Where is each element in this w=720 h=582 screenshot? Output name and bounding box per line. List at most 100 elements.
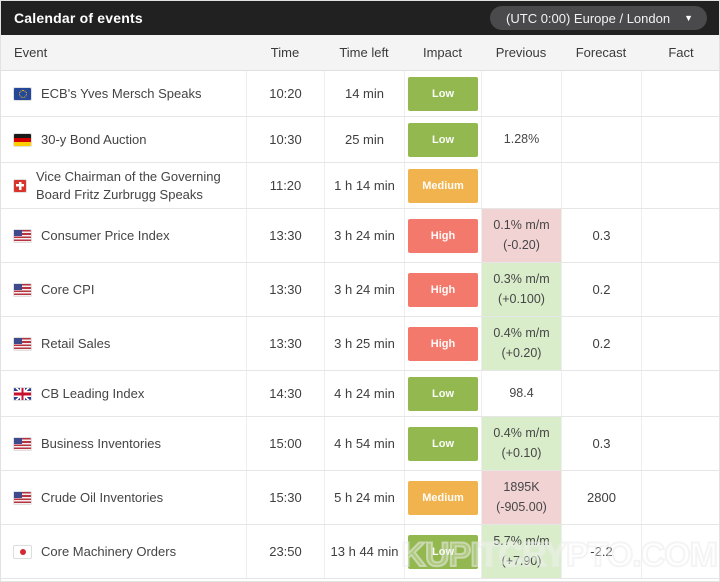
previous-value: 1895K: [503, 478, 539, 497]
impact-badge: Low: [408, 77, 478, 111]
previous-change: (+0.100): [498, 290, 545, 309]
economic-calendar-widget: Calendar of events (UTC 0:00) Europe / L…: [0, 0, 720, 582]
table-row[interactable]: Vice Chairman of the Governing Board Fri…: [1, 163, 719, 209]
forecast-cell: [561, 71, 641, 116]
fact-cell: [641, 71, 720, 116]
event-cell: Core CPI: [1, 263, 246, 316]
previous-change: (+7.90): [502, 552, 542, 571]
flag-uk-icon: [14, 388, 31, 400]
time-cell: 14:30: [246, 371, 324, 416]
previous-value: 0.4% m/m: [493, 424, 549, 443]
event-cell: CB Leading Index: [1, 371, 246, 416]
event-cell: Retail Sales: [1, 317, 246, 370]
event-cell: ECB's Yves Mersch Speaks: [1, 71, 246, 116]
column-header-time-left: Time left: [324, 35, 404, 70]
previous-cell: 1895K(-905.00): [481, 471, 561, 524]
impact-badge: Medium: [408, 169, 478, 203]
time-left-cell: 25 min: [324, 117, 404, 162]
previous-change: (-905.00): [496, 498, 547, 517]
flag-japan-icon: [14, 546, 31, 558]
event-cell: Crude Oil Inventories: [1, 471, 246, 524]
fact-cell: [641, 263, 720, 316]
impact-cell: Low: [404, 417, 481, 470]
column-header-event: Event: [1, 35, 246, 70]
flag-eu-icon: [14, 88, 31, 100]
table-header-row: Event Time Time left Impact Previous For…: [1, 35, 719, 71]
timezone-dropdown[interactable]: (UTC 0:00) Europe / London ▼: [490, 6, 707, 30]
previous-value: 0.4% m/m: [493, 324, 549, 343]
impact-badge: Low: [408, 535, 478, 569]
time-left-cell: 14 min: [324, 71, 404, 116]
time-cell: 13:30: [246, 209, 324, 262]
time-left-cell: 13 h 44 min: [324, 525, 404, 578]
previous-value: 0.3% m/m: [493, 270, 549, 289]
time-cell: 10:20: [246, 71, 324, 116]
flag-us-icon: [14, 284, 31, 296]
previous-cell: 0.4% m/m(+0.10): [481, 417, 561, 470]
previous-change: (+0.20): [502, 344, 542, 363]
previous-change: (+0.10): [502, 444, 542, 463]
table-row[interactable]: 30-y Bond Auction 10:30 25 min Low 1.28%: [1, 117, 719, 163]
calendar-header-bar: Calendar of events (UTC 0:00) Europe / L…: [1, 1, 719, 35]
time-left-cell: 3 h 24 min: [324, 209, 404, 262]
impact-cell: High: [404, 263, 481, 316]
time-left-cell: 3 h 25 min: [324, 317, 404, 370]
time-cell: 23:50: [246, 525, 324, 578]
forecast-cell: 0.3: [561, 417, 641, 470]
impact-cell: Low: [404, 117, 481, 162]
table-row[interactable]: ECB's Yves Mersch Speaks 10:20 14 min Lo…: [1, 71, 719, 117]
table-row[interactable]: Crude Oil Inventories 15:30 5 h 24 min M…: [1, 471, 719, 525]
impact-cell: Medium: [404, 163, 481, 208]
forecast-cell: 0.3: [561, 209, 641, 262]
table-row[interactable]: Core CPI 13:30 3 h 24 min High 0.3% m/m(…: [1, 263, 719, 317]
impact-cell: Low: [404, 71, 481, 116]
fact-cell: [641, 163, 720, 208]
event-cell: Core Machinery Orders: [1, 525, 246, 578]
time-cell: 10:30: [246, 117, 324, 162]
chevron-down-icon: ▼: [684, 14, 693, 23]
forecast-cell: -2.2: [561, 525, 641, 578]
fact-cell: [641, 209, 720, 262]
table-row[interactable]: Retail Sales 13:30 3 h 25 min High 0.4% …: [1, 317, 719, 371]
previous-cell: 5.7% m/m(+7.90): [481, 525, 561, 578]
flag-germany-icon: [14, 134, 31, 146]
table-row[interactable]: Consumer Price Index 13:30 3 h 24 min Hi…: [1, 209, 719, 263]
previous-value: 98.4: [509, 384, 533, 403]
impact-badge: High: [408, 219, 478, 253]
fact-cell: [641, 525, 720, 578]
forecast-cell: [561, 117, 641, 162]
column-header-fact: Fact: [641, 35, 720, 70]
impact-cell: Low: [404, 525, 481, 578]
forecast-cell: 0.2: [561, 263, 641, 316]
event-name: Core CPI: [41, 281, 236, 299]
page-title: Calendar of events: [14, 10, 143, 26]
table-row[interactable]: Business Inventories 15:00 4 h 54 min Lo…: [1, 417, 719, 471]
time-cell: 11:20: [246, 163, 324, 208]
column-header-forecast: Forecast: [561, 35, 641, 70]
previous-cell: 0.1% m/m(-0.20): [481, 209, 561, 262]
forecast-cell: 2800: [561, 471, 641, 524]
previous-cell: 0.4% m/m(+0.20): [481, 317, 561, 370]
event-name: Business Inventories: [41, 435, 236, 453]
event-cell: Vice Chairman of the Governing Board Fri…: [1, 163, 246, 208]
column-header-impact: Impact: [404, 35, 481, 70]
event-cell: Consumer Price Index: [1, 209, 246, 262]
table-row[interactable]: CB Leading Index 14:30 4 h 24 min Low 98…: [1, 371, 719, 417]
impact-badge: Low: [408, 427, 478, 461]
previous-cell: 0.3% m/m(+0.100): [481, 263, 561, 316]
previous-value: 5.7% m/m: [493, 532, 549, 551]
table-row[interactable]: Core Machinery Orders 23:50 13 h 44 min …: [1, 525, 719, 579]
time-cell: 15:30: [246, 471, 324, 524]
flag-us-icon: [14, 438, 31, 450]
time-cell: 13:30: [246, 263, 324, 316]
column-header-previous: Previous: [481, 35, 561, 70]
impact-badge: Medium: [408, 481, 478, 515]
event-name: Vice Chairman of the Governing Board Fri…: [36, 168, 236, 203]
event-name: CB Leading Index: [41, 385, 236, 403]
previous-cell: 98.4: [481, 371, 561, 416]
fact-cell: [641, 471, 720, 524]
forecast-cell: [561, 163, 641, 208]
time-left-cell: 5 h 24 min: [324, 471, 404, 524]
forecast-cell: 0.2: [561, 317, 641, 370]
impact-cell: High: [404, 209, 481, 262]
